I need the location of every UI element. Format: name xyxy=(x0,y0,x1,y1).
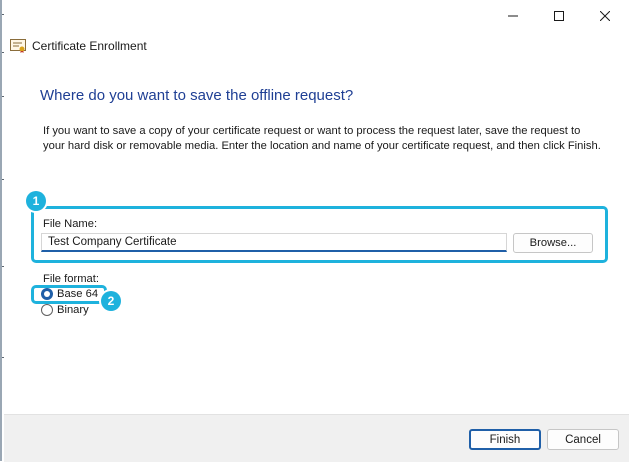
radio-option-base64[interactable]: Base 64 xyxy=(41,288,98,300)
page-heading: Where do you want to save the offline re… xyxy=(40,87,354,104)
callout-badge-1: 1 xyxy=(26,191,46,211)
desktop-edge-mark xyxy=(2,96,4,97)
certificate-icon xyxy=(10,39,26,53)
maximize-button[interactable] xyxy=(536,0,582,32)
wizard-header: Certificate Enrollment xyxy=(10,36,147,56)
minimize-icon xyxy=(508,15,518,17)
radio-label-binary: Binary xyxy=(57,304,89,316)
title-bar[interactable] xyxy=(4,0,629,32)
cancel-button[interactable]: Cancel xyxy=(547,429,619,450)
desktop-edge-mark xyxy=(2,179,4,180)
close-icon xyxy=(600,11,610,21)
desktop-edge-mark xyxy=(2,357,4,358)
window-title: Certificate Enrollment xyxy=(32,39,147,53)
file-name-label: File Name: xyxy=(43,218,98,230)
browse-button[interactable]: Browse... xyxy=(513,233,593,253)
maximize-icon xyxy=(554,11,564,21)
file-format-label: File format: xyxy=(43,273,99,285)
radio-button-unchecked[interactable] xyxy=(41,304,53,316)
callout-badge-2: 2 xyxy=(101,291,121,311)
radio-label-base64: Base 64 xyxy=(57,288,99,300)
minimize-button[interactable] xyxy=(490,0,536,32)
radio-button-checked[interactable] xyxy=(41,288,53,300)
desktop-edge-mark xyxy=(2,266,4,267)
certificate-enrollment-window: Certificate Enrollment Where do you want… xyxy=(0,0,629,462)
finish-button[interactable]: Finish xyxy=(469,429,541,450)
desktop-edge-mark xyxy=(2,52,4,53)
close-button[interactable] xyxy=(582,0,628,32)
page-description: If you want to save a copy of your certi… xyxy=(43,125,601,152)
file-name-input[interactable] xyxy=(41,233,507,252)
radio-option-binary[interactable]: Binary xyxy=(41,304,89,316)
